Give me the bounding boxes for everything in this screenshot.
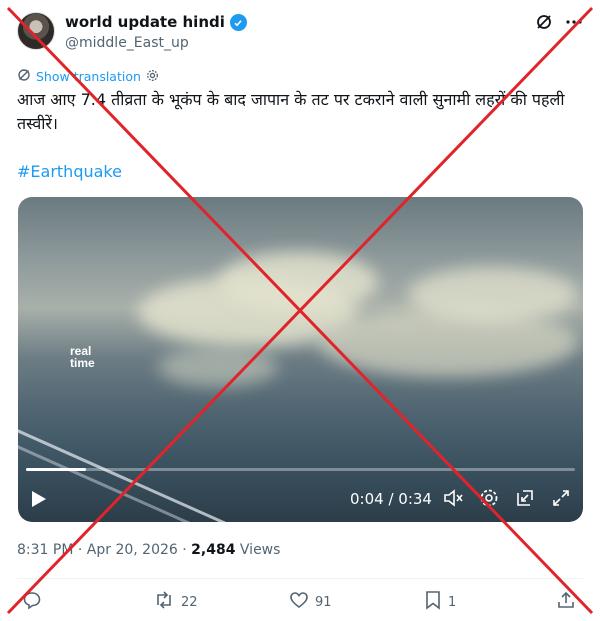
author-display-name[interactable]: world update hindi [65,13,225,32]
mute-icon[interactable] [442,487,464,509]
video-frame-cloud [408,267,578,322]
repost-count: 22 [181,594,198,610]
author-info: world update hindi @middle_East_up [65,12,247,53]
translation-settings-icon[interactable] [146,69,159,85]
tweet-time[interactable]: 8:31 PM [17,542,73,558]
settings-icon[interactable] [478,487,500,509]
video-progress-fill [26,468,87,471]
views-count: 2,484 [191,542,236,558]
bookmark-count: 1 [448,594,457,610]
like-button[interactable]: 91 [289,590,332,614]
fullscreen-icon[interactable] [550,487,572,509]
reply-button[interactable] [22,590,42,614]
picture-in-picture-icon[interactable] [514,487,536,509]
tweet-text: आज आए 7.4 तीव्रता के भूकंप के बाद जापान … [17,90,565,133]
video-frame-cloud [158,347,278,387]
more-options-icon[interactable] [565,13,583,31]
avatar[interactable] [17,12,55,50]
watermark-line2: time [70,356,95,370]
header-actions [535,12,583,32]
repost-button[interactable]: 22 [153,590,198,614]
tweet-header: world update hindi @middle_East_up [17,12,583,52]
author-display-name-row[interactable]: world update hindi [65,13,247,32]
divider [17,578,583,579]
verified-badge-icon [229,14,247,31]
like-count: 91 [315,594,332,610]
heart-icon [289,590,309,614]
bookmark-button[interactable]: 1 [424,590,456,614]
meta-separator: · [77,542,83,558]
play-icon[interactable] [32,491,46,507]
share-icon [556,590,576,614]
repost-icon [153,590,175,614]
video-time: 0:04 / 0:34 [350,490,432,508]
author-handle[interactable]: @middle_East_up [65,34,247,53]
hashtag-link[interactable]: #Earthquake [17,162,122,181]
video-controls: 0:04 / 0:34 [18,483,583,515]
video-watermark: real time [70,345,95,369]
video-player[interactable]: real time 0:04 / 0:34 [18,197,583,522]
video-frame-cloud [218,252,378,312]
bookmark-icon [424,590,442,614]
reply-icon [22,590,42,614]
show-translation-label[interactable]: Show translation [36,69,141,84]
video-progress-bar[interactable] [26,468,575,471]
action-bar: 22 91 1 [22,590,578,614]
meta-separator: · [182,542,187,558]
share-button[interactable] [556,590,576,614]
views-label: Views [239,542,281,558]
tweet-date[interactable]: Apr 20, 2026 [87,542,178,558]
grok-icon[interactable] [535,13,553,31]
tweet-meta: 8:31 PM · Apr 20, 2026 · 2,484 Views [17,542,280,558]
show-translation-link[interactable]: Show translation [17,68,159,85]
translate-icon [17,68,31,85]
